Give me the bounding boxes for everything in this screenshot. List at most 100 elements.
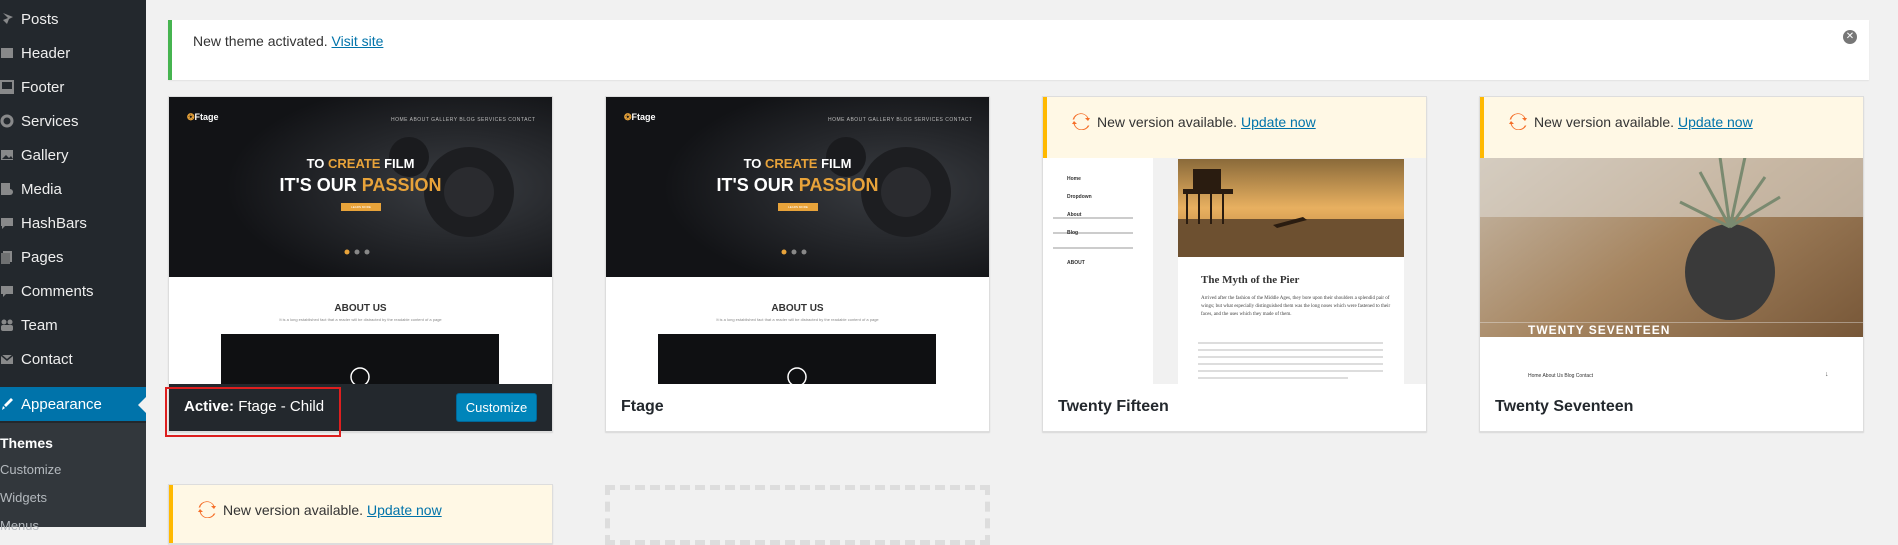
settings-icon	[0, 114, 14, 128]
preview-nav: Home About Us Blog Contact	[1528, 373, 1594, 379]
notice-message: New theme activated. Visit site	[193, 33, 383, 49]
submenu-item-menus[interactable]: Menus	[0, 518, 39, 533]
mail-icon	[0, 354, 14, 364]
preview-post-body: Arrived after the fashion of the Middle …	[1201, 296, 1391, 317]
preview-section-title: ABOUT US	[771, 303, 824, 314]
theme-activated-notice: New theme activated. Visit site ✕	[168, 20, 1869, 80]
preview-tagline: Bringing your business' site to life	[1528, 339, 1603, 345]
preview-site-title: TWENTY SEVENTEEN	[1528, 323, 1671, 337]
sidebar-item-hashbars[interactable]: HashBars	[0, 206, 146, 240]
theme-name: Twenty Fifteen	[1058, 398, 1169, 415]
pin-icon	[1, 13, 13, 26]
sidebar-item-footer[interactable]: Footer	[0, 70, 146, 104]
theme-card-twenty-seventeen[interactable]: TWENTY SEVENTEEN Bringing your business'…	[1479, 96, 1864, 432]
preview-section-sub: It is a long established fact that a rea…	[279, 317, 442, 322]
submenu-item-themes[interactable]: Themes	[0, 435, 53, 451]
theme-name-bar: Twenty Fifteen	[1043, 384, 1426, 431]
sidebar-item-media[interactable]: Media	[0, 172, 146, 206]
sidebar-item-label: HashBars	[21, 214, 87, 232]
preview-headline-2: IT'S OUR PASSION	[279, 175, 442, 195]
sidebar-item-label: Media	[21, 180, 62, 198]
visit-site-link[interactable]: Visit site	[332, 33, 384, 49]
sidebar-item-gallery[interactable]: Gallery	[0, 138, 146, 172]
team-icon	[1, 319, 13, 331]
dismiss-icon[interactable]: ✕	[1843, 30, 1857, 44]
sidebar-item-appearance[interactable]: Appearance	[0, 387, 146, 421]
preview-cta: LEARN MORE	[778, 203, 818, 211]
theme-name-bar: Active: Ftage - Child Customize	[169, 384, 552, 431]
preview-headline-1: TO CREATE FILM	[743, 156, 852, 171]
layout-icon	[0, 80, 14, 94]
preview-section-title: ABOUT US	[334, 303, 387, 314]
update-notice: New version available. Update now	[1480, 97, 1863, 158]
theme-card-ftage[interactable]: ❂Ftage HOME ABOUT GALLERY BLOG SERVICES …	[605, 96, 990, 432]
sidebar-item-label: Header	[21, 44, 71, 62]
preview-side-title: ABOUT	[1067, 260, 1085, 266]
sidebar-item-label: Gallery	[21, 146, 69, 164]
preview-post-title: The Myth of the Pier	[1201, 274, 1300, 286]
brush-icon	[2, 398, 13, 410]
preview-nav: Home Dropdown About Blog	[1067, 176, 1092, 236]
preview-headline-2: IT'S OUR PASSION	[716, 175, 879, 195]
admin-sidebar: Posts Header Footer Services Gallery Med…	[0, 0, 146, 533]
update-now-link[interactable]: Update now	[1678, 114, 1753, 130]
preview-headline-1: TO CREATE FILM	[306, 156, 415, 171]
sync-icon	[1072, 113, 1090, 130]
preview-brand: ❂Ftage	[187, 112, 219, 122]
theme-screenshot: ❂Ftage HOME ABOUT GALLERY BLOG SERVICES …	[169, 97, 552, 384]
chat-icon	[1, 218, 13, 229]
sync-icon	[198, 501, 216, 518]
appearance-submenu: Themes Customize Widgets Menus	[0, 423, 146, 533]
theme-name: Twenty Seventeen	[1495, 398, 1634, 415]
submenu-item-customize[interactable]: Customize	[0, 462, 61, 477]
theme-name-bar: Ftage	[606, 384, 989, 431]
sidebar-item-comments[interactable]: Comments	[0, 274, 146, 308]
sidebar-item-label: Footer	[21, 78, 65, 96]
theme-card-bottom[interactable]: New version available. Update now	[168, 484, 553, 544]
update-message: New version available. Update now	[1097, 114, 1316, 130]
sidebar-item-label: Comments	[21, 282, 94, 300]
sidebar-item-label: Pages	[21, 248, 64, 266]
ftage-preview-image	[169, 97, 552, 384]
sidebar-item-label: Team	[21, 316, 58, 334]
ftage-preview-image	[606, 97, 989, 384]
customize-button[interactable]: Customize	[456, 393, 537, 422]
sidebar-item-header[interactable]: Header	[0, 36, 146, 70]
preview-nav: HOME ABOUT GALLERY BLOG SERVICES CONTACT	[828, 117, 973, 123]
comment-icon	[1, 286, 13, 297]
pages-icon	[1, 251, 12, 264]
update-message: New version available. Update now	[1534, 114, 1753, 130]
sidebar-item-posts[interactable]: Posts	[0, 2, 146, 36]
preview-section-sub: It is a long established fact that a rea…	[716, 317, 879, 322]
sidebar-item-label: Appearance	[21, 395, 102, 413]
theme-card-ftage-child[interactable]: ❂Ftage HOME ABOUT GALLERY BLOG SERVICES …	[168, 96, 553, 432]
preview-cta: LEARN MORE	[341, 203, 381, 211]
sidebar-item-label: Services	[21, 112, 79, 130]
theme-card-twenty-fifteen[interactable]: Home Dropdown About Blog ABOUT The Myth …	[1042, 96, 1427, 432]
submenu-item-widgets[interactable]: Widgets	[0, 490, 47, 505]
update-now-link[interactable]: Update now	[1241, 114, 1316, 130]
sidebar-item-services[interactable]: Services	[0, 104, 146, 138]
page-icon	[1, 48, 13, 58]
theme-name: Ftage	[621, 398, 664, 415]
sidebar-item-team[interactable]: Team	[0, 308, 146, 342]
arrow-down-icon: ↓	[1825, 371, 1829, 378]
theme-name: Active: Ftage - Child	[184, 398, 325, 415]
update-notice: New version available. Update now	[1043, 97, 1426, 158]
add-new-theme-placeholder[interactable]	[605, 485, 990, 545]
theme-name-bar: Twenty Seventeen	[1480, 384, 1863, 431]
media-icon	[1, 183, 13, 195]
update-message: New version available. Update now	[223, 502, 442, 518]
sidebar-item-label: Posts	[21, 10, 59, 28]
sync-icon	[1509, 113, 1527, 130]
sidebar-item-contact[interactable]: Contact	[0, 342, 146, 376]
gallery-icon	[1, 150, 13, 160]
theme-screenshot: ❂Ftage HOME ABOUT GALLERY BLOG SERVICES …	[606, 97, 989, 384]
sidebar-item-label: Contact	[21, 350, 73, 368]
update-notice: New version available. Update now	[169, 485, 552, 543]
preview-brand: ❂Ftage	[624, 112, 656, 122]
notice-text: New theme activated.	[193, 33, 332, 49]
preview-nav: HOME ABOUT GALLERY BLOG SERVICES CONTACT	[391, 117, 536, 123]
update-now-link[interactable]: Update now	[367, 502, 442, 518]
sidebar-item-pages[interactable]: Pages	[0, 240, 146, 274]
